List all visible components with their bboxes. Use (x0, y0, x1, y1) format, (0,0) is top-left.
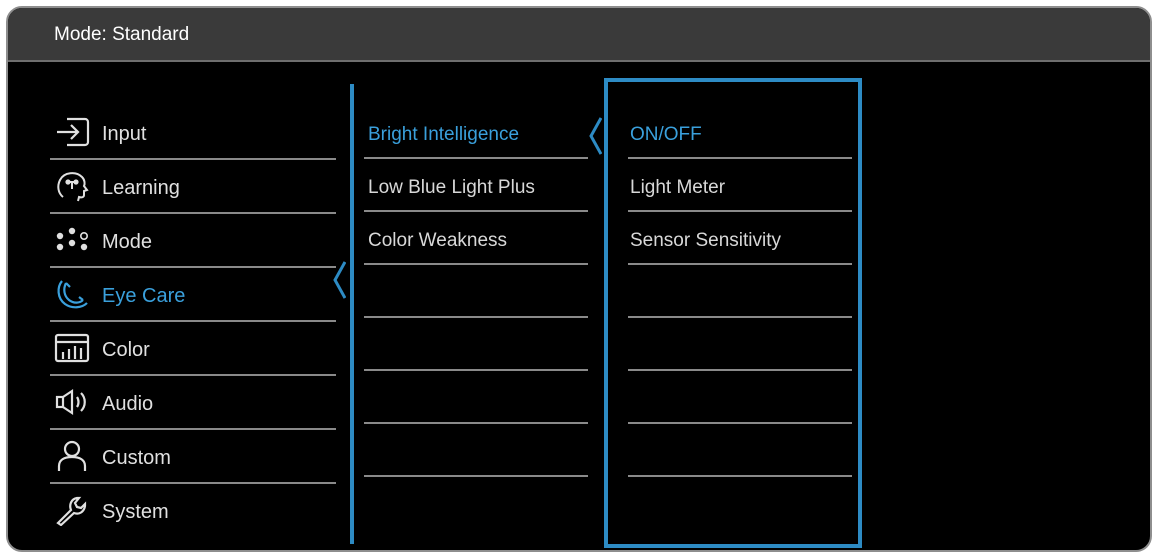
option-empty (628, 371, 852, 424)
menu-item-label: Mode (102, 231, 153, 253)
system-icon (54, 494, 90, 526)
menu-item-label: Custom (102, 447, 171, 469)
menu-item-label: Eye Care (102, 285, 186, 307)
option-label: Sensor Sensitivity (630, 230, 782, 251)
submenu: Bright Intelligence Low Blue Light Plus … (364, 106, 588, 477)
submenu-item-bright-intelligence[interactable]: Bright Intelligence (364, 106, 588, 159)
option-on-off[interactable]: ON/OFF (628, 106, 852, 159)
custom-icon (54, 440, 90, 472)
mode-icon (54, 224, 90, 256)
menu-item-mode[interactable]: Mode (50, 214, 336, 268)
menu-item-input[interactable]: Input (50, 106, 336, 160)
menu-item-custom[interactable]: Custom (50, 430, 336, 484)
menu-item-label: Learning (102, 177, 180, 199)
submenu-item-label: Bright Intelligence (368, 124, 520, 145)
submenu-chevron-icon (589, 117, 602, 155)
options-panel: ON/OFF Light Meter Sensor Sensitivity (604, 78, 862, 548)
option-empty (628, 424, 852, 477)
submenu-item-low-blue-light-plus[interactable]: Low Blue Light Plus (364, 159, 588, 212)
options-list: ON/OFF Light Meter Sensor Sensitivity (628, 106, 852, 477)
submenu-item-empty (364, 424, 588, 477)
option-empty (628, 318, 852, 371)
menu-item-learning[interactable]: Learning (50, 160, 336, 214)
submenu-item-color-weakness[interactable]: Color Weakness (364, 212, 588, 265)
menu-item-label: Color (102, 339, 150, 361)
menu-item-system[interactable]: System (50, 484, 336, 538)
option-light-meter[interactable]: Light Meter (628, 159, 852, 212)
main-menu: Input Learning Mode Eye Care Color Audio… (50, 106, 336, 538)
menu-item-color[interactable]: Color (50, 322, 336, 376)
option-sensor-sensitivity[interactable]: Sensor Sensitivity (628, 212, 852, 265)
active-chevron-icon (333, 261, 346, 299)
menu-item-label: Input (102, 123, 147, 145)
color-icon (54, 332, 90, 364)
submenu-item-empty (364, 265, 588, 318)
submenu-divider (350, 84, 354, 544)
audio-icon (54, 386, 90, 418)
submenu-item-label: Color Weakness (368, 230, 508, 251)
osd-window: Mode: Standard Input Learning Mode Eye C… (6, 6, 1152, 552)
menu-item-audio[interactable]: Audio (50, 376, 336, 430)
submenu-item-empty (364, 371, 588, 424)
eye-care-icon (54, 278, 90, 310)
option-label: Light Meter (630, 177, 726, 198)
menu-item-label: Audio (102, 393, 154, 415)
mode-title: Mode: Standard (54, 24, 190, 45)
option-empty (628, 265, 852, 318)
menu-item-eye-care[interactable]: Eye Care (50, 268, 336, 322)
learning-icon (54, 170, 90, 202)
input-icon (54, 116, 90, 148)
option-label: ON/OFF (630, 124, 702, 145)
title-bar: Mode: Standard (8, 8, 1150, 62)
submenu-item-label: Low Blue Light Plus (368, 177, 535, 198)
submenu-item-empty (364, 318, 588, 371)
menu-item-label: System (102, 501, 169, 523)
